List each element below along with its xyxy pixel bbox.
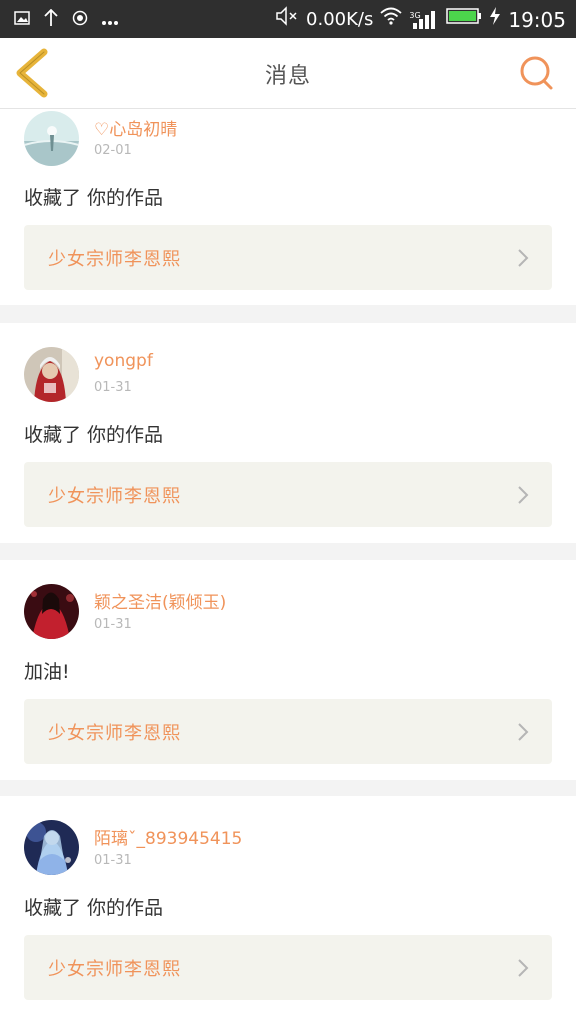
chevron-right-icon bbox=[518, 723, 529, 741]
work-link[interactable]: 少女宗师李恩熙 bbox=[24, 462, 552, 527]
charging-icon bbox=[489, 6, 501, 34]
chevron-right-icon bbox=[518, 486, 529, 504]
upload-arrow-icon bbox=[43, 8, 59, 31]
status-bar-left bbox=[14, 8, 119, 31]
message-card[interactable]: yongpf 01-31 收藏了 你的作品 少女宗师李恩熙 bbox=[0, 323, 576, 543]
work-title: 少女宗师李恩熙 bbox=[48, 249, 181, 270]
avatar[interactable] bbox=[24, 584, 79, 639]
page-title: 消息 bbox=[264, 64, 311, 89]
work-title: 少女宗师李恩熙 bbox=[48, 959, 181, 980]
avatar[interactable] bbox=[24, 111, 79, 166]
app-bar: 消息 bbox=[0, 38, 576, 109]
signal-icon: 3G bbox=[409, 9, 439, 31]
message-text: 收藏了 你的作品 bbox=[24, 424, 164, 446]
user-name[interactable]: 颖之圣洁(颖倾玉) bbox=[94, 588, 226, 613]
chevron-right-icon bbox=[518, 249, 529, 267]
message-card[interactable]: ♡心岛初晴 02-01 收藏了 你的作品 少女宗师李恩熙 bbox=[0, 109, 576, 305]
avatar[interactable] bbox=[24, 347, 79, 402]
work-link[interactable]: 少女宗师李恩熙 bbox=[24, 225, 552, 290]
message-date: 02-01 bbox=[94, 143, 132, 158]
message-card[interactable]: 颖之圣洁(颖倾玉) 01-31 加油! 少女宗师李恩熙 bbox=[0, 560, 576, 780]
work-title: 少女宗师李恩熙 bbox=[48, 723, 181, 744]
search-icon bbox=[520, 56, 553, 90]
record-icon bbox=[72, 10, 88, 30]
user-name[interactable]: yongpf bbox=[94, 351, 153, 371]
message-date: 01-31 bbox=[94, 617, 132, 632]
message-card[interactable]: 陌璃ˇ_893945415 01-31 收藏了 你的作品 少女宗师李恩熙 bbox=[0, 796, 576, 1024]
user-name[interactable]: ♡心岛初晴 bbox=[94, 115, 177, 140]
net-speed: 0.00K/s bbox=[306, 9, 374, 30]
work-link[interactable]: 少女宗师李恩熙 bbox=[24, 935, 552, 1000]
message-text: 收藏了 你的作品 bbox=[24, 897, 164, 919]
message-text: 收藏了 你的作品 bbox=[24, 187, 164, 209]
avatar[interactable] bbox=[24, 820, 79, 875]
work-link[interactable]: 少女宗师李恩熙 bbox=[24, 699, 552, 764]
message-date: 01-31 bbox=[94, 380, 132, 395]
mute-icon bbox=[275, 6, 299, 34]
status-bar-right: 0.00K/s 3G 19:05 bbox=[275, 6, 566, 34]
chevron-right-icon bbox=[518, 959, 529, 977]
more-dots-icon bbox=[101, 11, 119, 30]
message-date: 01-31 bbox=[94, 853, 132, 868]
message-text: 加油! bbox=[24, 661, 70, 683]
battery-icon bbox=[446, 7, 482, 33]
work-title: 少女宗师李恩熙 bbox=[48, 486, 181, 507]
image-icon bbox=[14, 10, 30, 30]
status-bar: 0.00K/s 3G 19:05 bbox=[0, 0, 576, 38]
search-button[interactable] bbox=[516, 52, 558, 94]
user-name[interactable]: 陌璃ˇ_893945415 bbox=[94, 824, 242, 849]
clock: 19:05 bbox=[508, 8, 566, 32]
wifi-icon bbox=[380, 7, 402, 33]
